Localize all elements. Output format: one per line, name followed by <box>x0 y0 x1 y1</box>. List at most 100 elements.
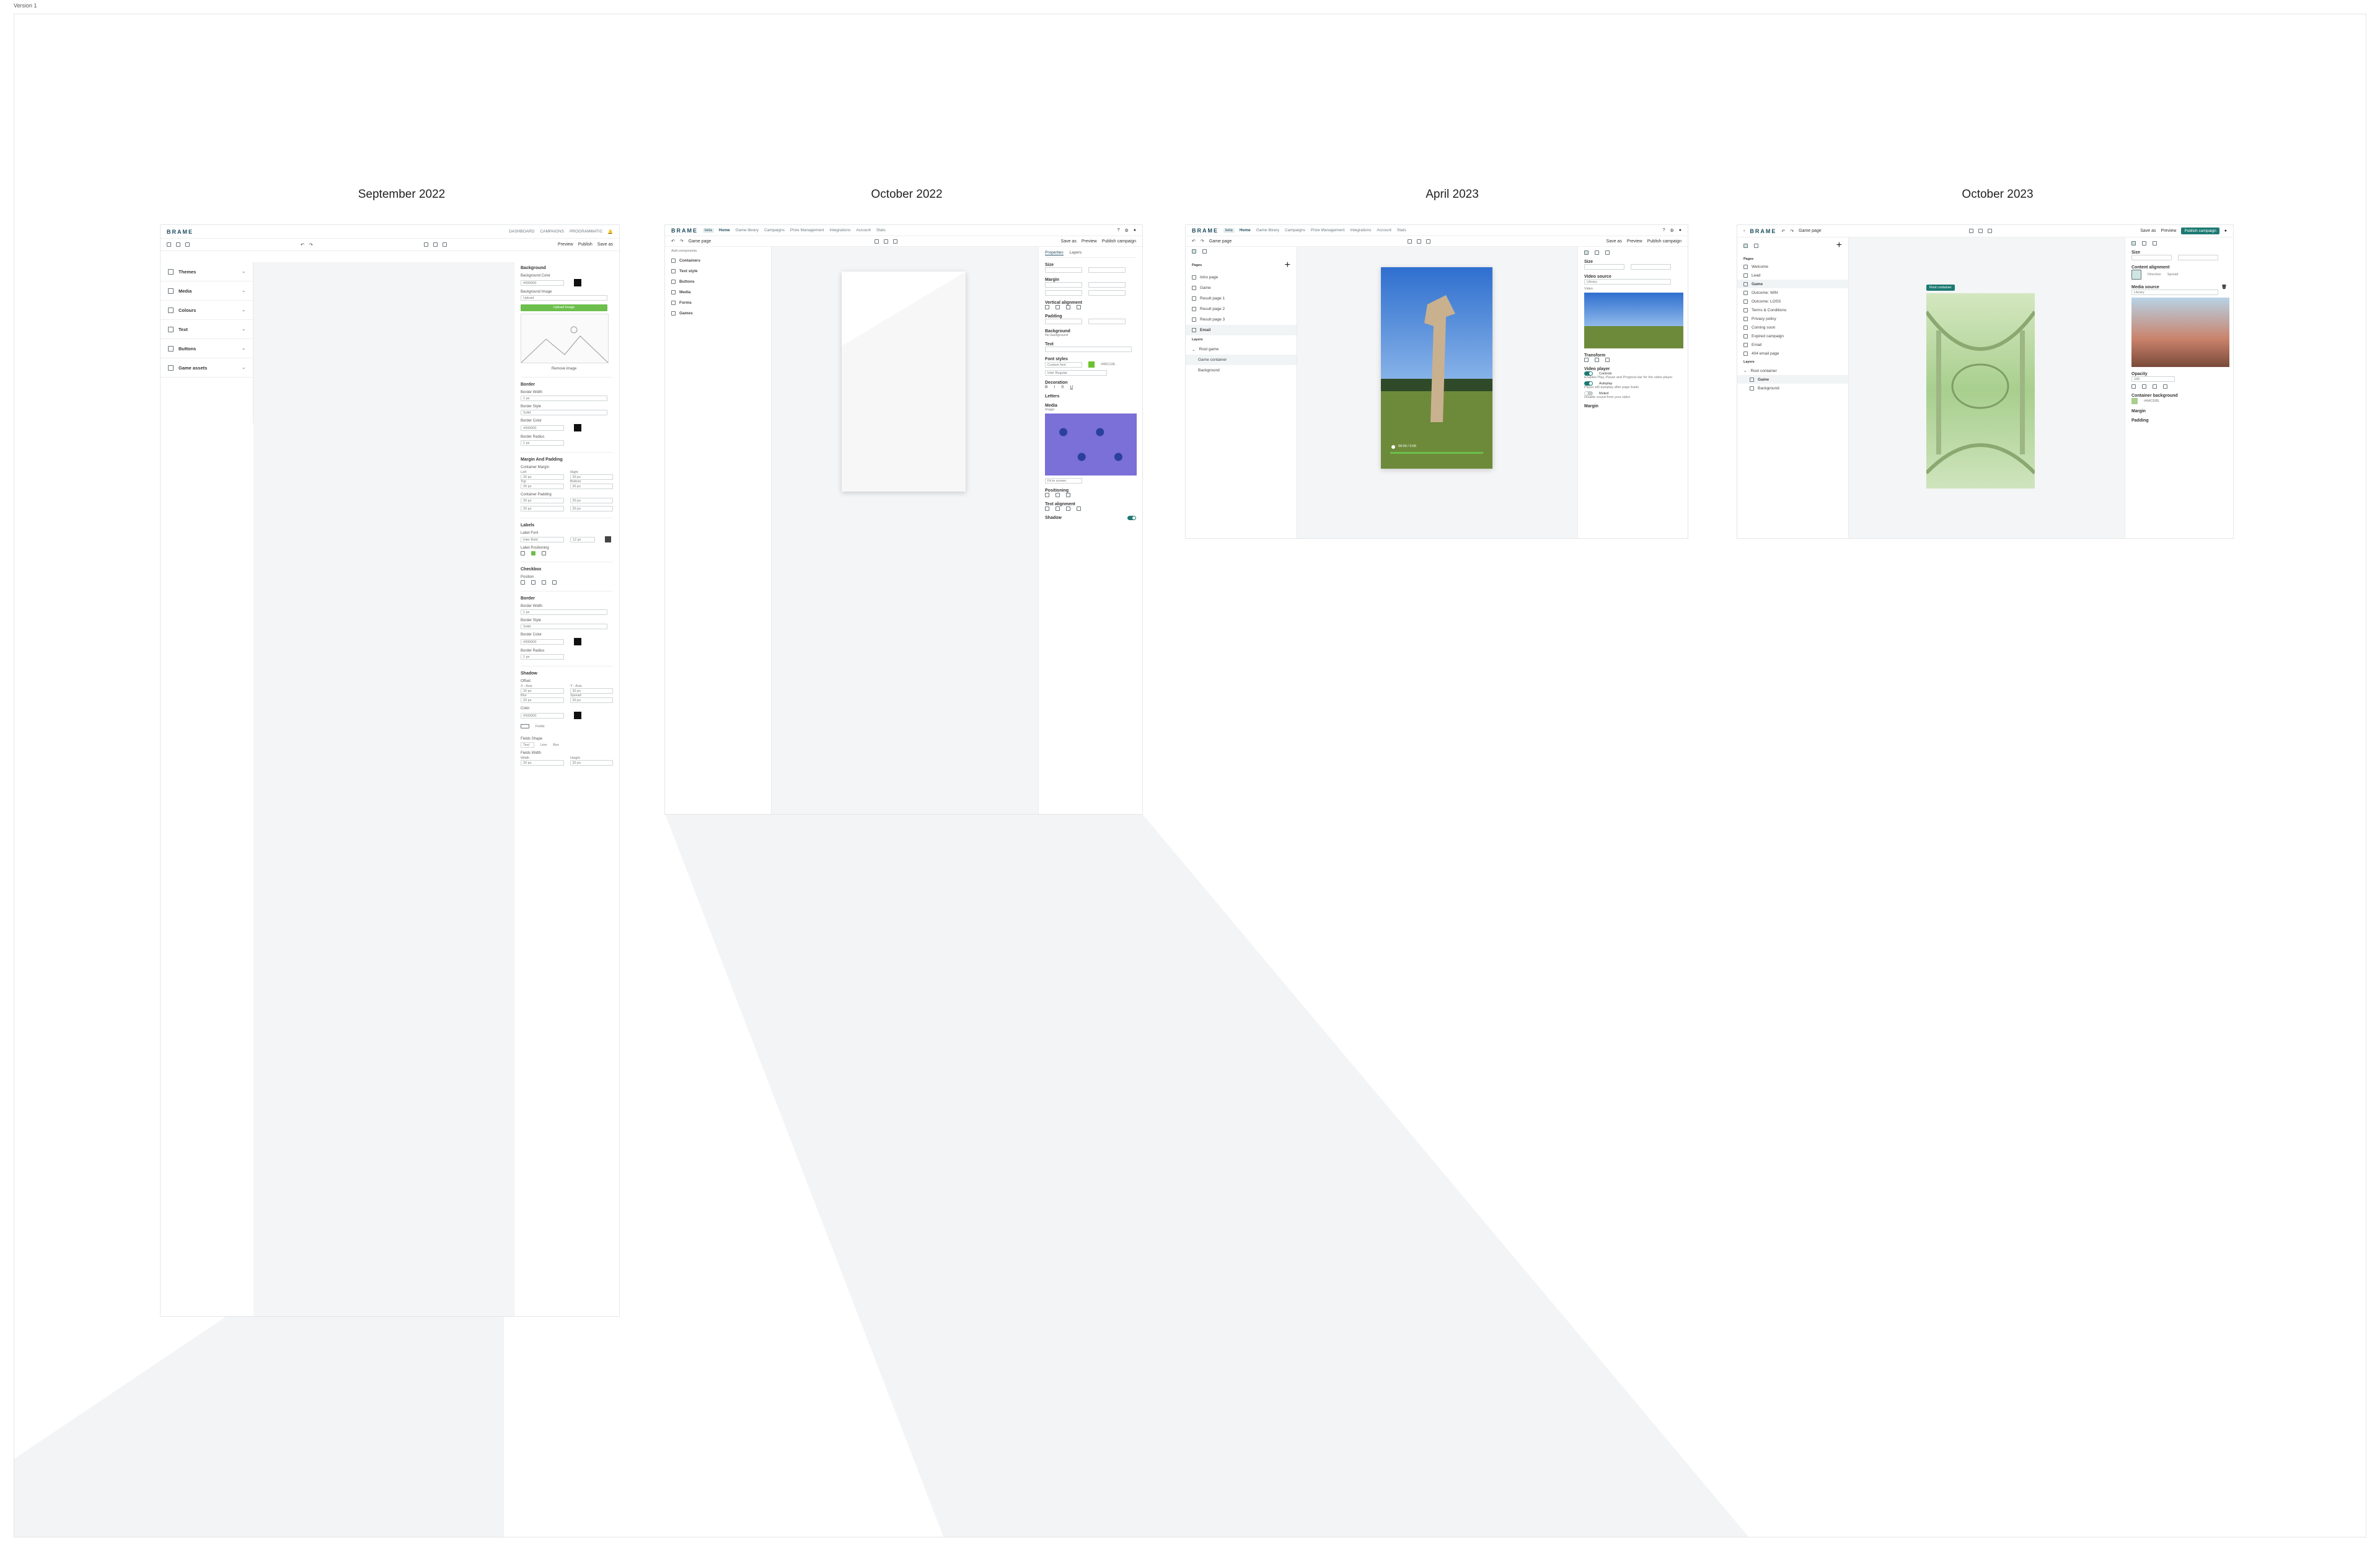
font-select[interactable]: Custom font <box>1045 361 1082 368</box>
settings-icon[interactable]: ⚙ <box>1670 228 1673 233</box>
video-thumbnail[interactable] <box>1584 293 1683 348</box>
save-as-button[interactable]: Save as <box>1061 239 1077 244</box>
publish-button[interactable]: Publish campaign <box>1647 239 1681 244</box>
color-swatch[interactable] <box>574 712 581 719</box>
remove-image-link[interactable]: Remove image <box>521 367 607 371</box>
desktop-icon[interactable] <box>442 242 447 247</box>
nav-campaigns[interactable]: CAMPAIGNS <box>540 229 564 234</box>
help-icon[interactable]: ? <box>1663 228 1665 232</box>
mobile-icon[interactable] <box>874 239 879 244</box>
help-icon[interactable]: ? <box>1117 228 1120 232</box>
border-width-input-2[interactable]: 1 px <box>521 609 607 615</box>
color-swatch[interactable] <box>1088 361 1095 368</box>
border-style-select[interactable]: Solid <box>521 410 607 415</box>
autoplay-toggle[interactable] <box>1584 381 1593 386</box>
nav-stats[interactable]: Stats <box>1397 228 1406 232</box>
border-radius-input[interactable]: 1 px <box>521 440 564 446</box>
margin-input[interactable] <box>1045 290 1082 296</box>
image-placeholder[interactable] <box>521 314 609 363</box>
components-tab-icon[interactable] <box>1754 243 1758 248</box>
padding-bottom-input[interactable]: 20 px <box>570 506 613 511</box>
undo-icon[interactable]: ↶ <box>1192 239 1196 244</box>
muted-toggle[interactable] <box>1584 391 1593 396</box>
font-family-select[interactable]: Inter Regular <box>1045 370 1107 376</box>
align-left-icon[interactable] <box>521 551 525 555</box>
shape-option-line[interactable]: Line <box>540 743 547 747</box>
redo-icon[interactable]: ↷ <box>309 242 313 247</box>
component-text-style[interactable]: Text style <box>665 266 771 276</box>
bell-icon[interactable]: 🔔 <box>607 229 613 234</box>
underline-icon[interactable]: U <box>1070 385 1073 389</box>
position-icon[interactable] <box>531 580 536 585</box>
preview-button[interactable]: Preview <box>1627 239 1642 244</box>
tab-layers[interactable]: Layers <box>1070 250 1082 255</box>
position-icon[interactable] <box>1056 493 1060 497</box>
position-icon[interactable] <box>542 580 546 585</box>
border-width-input[interactable]: 1 px <box>521 396 607 401</box>
background-color-input[interactable]: #000000 <box>521 280 564 286</box>
preview-button[interactable]: Preview <box>2161 229 2177 233</box>
align-left-icon[interactable] <box>1045 506 1049 511</box>
margin-left-input[interactable]: 20 px <box>521 474 564 480</box>
nav-home[interactable]: Home <box>719 228 730 232</box>
publish-button[interactable]: Publish <box>578 242 593 247</box>
desktop-icon[interactable] <box>1988 229 1993 233</box>
component-forms[interactable]: Forms <box>665 298 771 308</box>
page-select[interactable]: Game page <box>1799 229 1822 233</box>
bold-icon[interactable]: B <box>1045 385 1047 389</box>
add-icon[interactable] <box>167 242 171 247</box>
width-input[interactable] <box>1584 264 1624 270</box>
preview-button[interactable]: Preview <box>558 242 573 247</box>
save-as-button[interactable]: Save as <box>2140 229 2156 233</box>
brush-tab-icon[interactable] <box>1595 250 1599 255</box>
properties-tab-icon[interactable] <box>1584 250 1589 255</box>
blend-icon[interactable] <box>2153 384 2157 389</box>
strike-icon[interactable]: S <box>1061 385 1064 389</box>
layer-item[interactable]: Game container <box>1186 355 1297 365</box>
page-item[interactable]: 404 email page <box>1737 349 1848 358</box>
nav-game-library[interactable]: Game library <box>736 228 759 232</box>
height-input[interactable] <box>2178 255 2218 260</box>
alignment-grid-icon[interactable] <box>2131 270 2141 280</box>
distribute-icon[interactable] <box>1077 305 1081 309</box>
tab-properties[interactable]: Properties <box>1045 250 1064 255</box>
nav-integrations[interactable]: Integrations <box>829 228 850 232</box>
fields-width-input[interactable]: 20 px <box>521 760 564 766</box>
padding-right-input[interactable]: 20 px <box>570 498 613 503</box>
nav-integrations[interactable]: Integrations <box>1350 228 1371 232</box>
transform-icon[interactable] <box>1605 358 1610 362</box>
fields-height-input[interactable]: 20 px <box>570 760 613 766</box>
redo-icon[interactable]: ↷ <box>680 239 684 244</box>
padding-top-input[interactable]: 20 px <box>521 506 564 511</box>
publish-button[interactable]: Publish campaign <box>2181 228 2219 234</box>
add-icon[interactable]: + <box>1836 240 1842 251</box>
align-center-icon[interactable] <box>531 551 536 555</box>
sidebar-item-colours[interactable]: Colours ⌄ <box>161 301 253 320</box>
label-size-select[interactable]: 12 px <box>570 536 595 542</box>
width-input[interactable] <box>2131 255 2172 260</box>
layer-item[interactable]: Background <box>1737 384 1848 392</box>
video-preview[interactable]: 00:00 / 0:05 <box>1381 267 1492 469</box>
justify-icon[interactable] <box>1077 506 1081 511</box>
sidebar-item-media[interactable]: Media ⌄ <box>161 281 253 301</box>
publish-button[interactable]: Publish campaign <box>1102 239 1136 244</box>
mobile-icon[interactable] <box>423 242 428 247</box>
sidebar-item-text[interactable]: Text ⌄ <box>161 320 253 339</box>
nav-dashboard[interactable]: DASHBOARD <box>509 229 534 234</box>
undo-icon[interactable]: ↶ <box>671 239 675 244</box>
nav-game-library[interactable]: Game library <box>1256 228 1279 232</box>
position-icon[interactable] <box>552 580 557 585</box>
shape-option-box[interactable]: Box <box>553 743 558 747</box>
avatar[interactable]: ● <box>1134 228 1136 232</box>
page-item[interactable]: Outcome: LOSS <box>1737 297 1848 306</box>
color-swatch[interactable] <box>574 424 581 431</box>
components-tab-icon[interactable] <box>1202 249 1207 254</box>
redo-icon[interactable]: ↷ <box>1201 239 1204 244</box>
position-icon[interactable] <box>1066 493 1070 497</box>
fit-select[interactable]: Fit to screen <box>1045 478 1082 484</box>
game-preview[interactable] <box>1926 293 2035 489</box>
page-item[interactable]: Result page 2 <box>1186 304 1297 314</box>
save-as-button[interactable]: Save as <box>597 242 613 247</box>
padding-input[interactable] <box>1045 319 1082 324</box>
shadow-y-input[interactable]: 20 px <box>570 688 613 694</box>
